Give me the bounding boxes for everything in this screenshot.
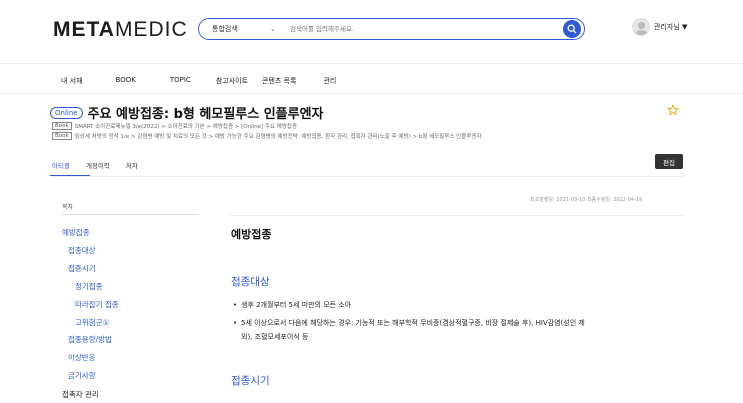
search-input[interactable] [290, 25, 540, 33]
global-nav: 내 서재 BOOK TOPIC 참고사이트 콘텐츠 목록 관리 [61, 76, 336, 86]
toc-item-contacts[interactable]: 접촉자 관리 [62, 389, 99, 400]
toc-divider [62, 214, 198, 215]
chevron-down-icon[interactable]: ⌄ [270, 25, 290, 33]
tab-revision-history[interactable]: 개정이력 [86, 160, 110, 170]
search-button[interactable] [563, 20, 581, 38]
section-heading-vaccination: 예방접종 [231, 228, 272, 241]
toc-title: 목차 [62, 204, 74, 211]
nav-item-book[interactable]: BOOK [116, 76, 136, 86]
breadcrumb[interactable]: Book 임상세 처방의 정석 1/e > 감염병 예방 및 치료의 모든 것 … [52, 132, 481, 140]
list-item-text: 5세 이상으로서 다음에 해당하는 경우: 기능적 또는 해부학적 무비증(겸상… [241, 319, 585, 327]
toc-item-contraindications[interactable]: 금기사항 [68, 370, 96, 381]
tab-author[interactable]: 저자 [126, 160, 138, 170]
section-heading-timing: 접종시기 [231, 375, 270, 387]
list-item-text: 생후 2개월부터 5세 미만의 모든 소아 [241, 301, 352, 309]
content-divider [230, 215, 686, 216]
search-bar: 통합검색 ⌄ [198, 18, 585, 40]
toc-item-high-risk[interactable]: 고위험군① [75, 317, 109, 328]
page-title: 주요 예방접종: b형 헤모필루스 인플루엔자 [87, 107, 324, 122]
list-item: • 5세 이상으로서 다음에 해당하는 경우: 기능적 또는 해부학적 무비증(겸… [233, 316, 678, 344]
search-scope-select[interactable]: 통합검색 [212, 24, 270, 34]
toc-item-dosage[interactable]: 접종용량/방법 [68, 334, 112, 345]
nav-item-topic[interactable]: TOPIC [170, 76, 191, 86]
article-tabs: 아티클 개정이력 저자 [52, 160, 138, 170]
list-item: • 생후 2개월부터 5세 미만의 모든 소아 [233, 301, 352, 309]
logo-light-text: MEDIC [114, 18, 188, 41]
toc-item-timing[interactable]: 접종시기 [68, 263, 96, 274]
star-icon[interactable] [667, 104, 679, 116]
book-tag: Book [52, 132, 72, 140]
list-item-text-continued: 외), 조혈모세포이식 등 [241, 333, 309, 341]
toc-item-vaccination[interactable]: 예방접종 [62, 227, 90, 238]
tabs-divider [50, 176, 686, 177]
nav-divider [0, 93, 743, 94]
toc-item-regular[interactable]: 정기접종 [75, 281, 103, 292]
toc-item-target[interactable]: 접종대상 [68, 245, 96, 256]
tab-article[interactable]: 아티클 [52, 160, 70, 170]
breadcrumb-text: SMART 소아진료매뉴얼 3/e(2022) > 소아진료의 기본 > 예방접… [74, 124, 298, 130]
nav-item-contents[interactable]: 콘텐츠 목록 [262, 76, 296, 86]
nav-item-admin[interactable]: 관리 [323, 76, 336, 86]
article-title-row: Online 주요 예방접종: b형 헤모필루스 인플루엔자 [50, 103, 324, 122]
logo-bold-text: META [53, 18, 115, 41]
edit-button[interactable]: 편집 [655, 154, 683, 169]
book-tag: Book [52, 122, 72, 130]
search-icon [567, 24, 577, 34]
section-heading-target: 접종대상 [231, 276, 270, 288]
breadcrumb-text: 임상세 처방의 정석 1/e > 감염병 예방 및 치료의 모든 것 > 예방 … [74, 134, 482, 140]
user-menu[interactable]: 관리자님 ▼ [632, 18, 687, 36]
nav-item-library[interactable]: 내 서재 [61, 76, 83, 86]
online-badge: Online [50, 106, 83, 119]
toc-item-adverse[interactable]: 이상반응 [68, 352, 96, 363]
metamedic-logo[interactable]: METAMEDIC [53, 18, 188, 42]
breadcrumb[interactable]: Book SMART 소아진료매뉴얼 3/e(2022) > 소아진료의 기본 … [52, 122, 297, 130]
user-name: 관리자님 ▼ [654, 23, 688, 31]
publish-dates: 최초발행일: 2021-09-10 최종수정일: 2022-04-19 [530, 197, 643, 203]
avatar [632, 18, 650, 36]
toc-item-catchup[interactable]: 따라잡기 접종 [75, 299, 119, 310]
nav-item-references[interactable]: 참고사이트 [216, 76, 248, 86]
header-divider [0, 63, 743, 64]
